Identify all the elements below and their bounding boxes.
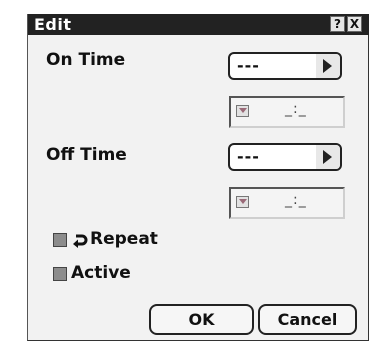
repeat-icon [73, 234, 88, 248]
repeat-label: Repeat [90, 229, 158, 249]
cancel-button[interactable]: Cancel [258, 304, 357, 335]
off-time-select-value: --- [237, 147, 260, 166]
close-button[interactable]: X [347, 16, 362, 32]
edit-dialog: Edit ? X On Time --- _:_ Off Time --- _:… [27, 14, 369, 341]
on-time-select-arrow-button[interactable] [316, 54, 340, 78]
active-label: Active [71, 263, 131, 283]
on-time-select-value: --- [237, 56, 260, 75]
on-time-select[interactable]: --- [228, 52, 342, 80]
chevron-right-icon [323, 59, 332, 73]
ok-button[interactable]: OK [149, 304, 254, 335]
chevron-right-icon [323, 150, 332, 164]
off-time-label: Off Time [46, 145, 127, 165]
dropdown-toggle-icon[interactable] [236, 196, 249, 208]
active-checkbox[interactable] [53, 267, 67, 281]
on-time-value: _:_ [285, 101, 307, 117]
off-time-value: _:_ [285, 192, 307, 208]
window-title: Edit [34, 15, 72, 34]
on-time-field[interactable]: _:_ [229, 96, 345, 128]
help-button[interactable]: ? [330, 16, 345, 32]
on-time-label: On Time [46, 50, 126, 70]
title-bar: Edit ? X [28, 14, 369, 35]
off-time-field[interactable]: _:_ [229, 187, 345, 219]
repeat-checkbox[interactable] [53, 233, 67, 247]
off-time-select[interactable]: --- [228, 143, 342, 171]
off-time-select-arrow-button[interactable] [316, 145, 340, 169]
dropdown-toggle-icon[interactable] [236, 105, 249, 117]
